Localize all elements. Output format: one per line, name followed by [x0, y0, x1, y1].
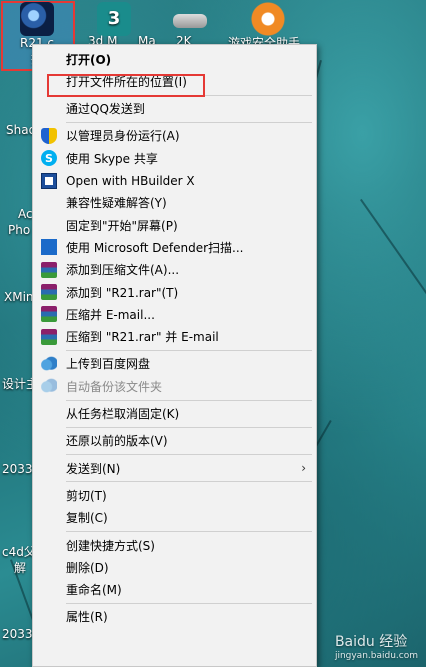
baidu-cloud-icon: [41, 378, 57, 395]
defender-icon: [41, 239, 57, 256]
hbuilder-icon: [41, 172, 57, 189]
menu-item[interactable]: 创建快捷方式(S): [33, 534, 316, 556]
desktop-label-2033[interactable]: 2033: [2, 462, 33, 476]
winrar-icon: [41, 306, 57, 323]
watermark-sub: jingyan.baidu.com: [334, 651, 418, 661]
menu-separator: [66, 602, 312, 604]
menu-item[interactable]: Open with HBuilder X: [33, 170, 316, 192]
cinema4d-icon: [20, 2, 54, 36]
desktop-label-c4d[interactable]: c4d父: [2, 543, 36, 560]
shield-icon: [41, 127, 57, 144]
winrar-icon: [41, 328, 57, 345]
menu-item-label: 上传到百度网盘: [66, 357, 151, 372]
menu-separator: [66, 454, 312, 456]
menu-item-label: 属性(R): [66, 610, 108, 625]
menu-item-label: 使用 Skype 共享: [66, 151, 158, 166]
menu-item[interactable]: 添加到压缩文件(A)...: [33, 259, 316, 281]
menu-item-label: 复制(C): [66, 511, 108, 526]
menu-separator: [66, 349, 312, 351]
baidu-cloud-icon: [41, 355, 57, 372]
menu-item-label: 打开(O): [66, 52, 112, 67]
menu-item[interactable]: 重命名(M): [33, 579, 316, 601]
chevron-right-icon: ›: [301, 461, 306, 476]
menu-item-label: 删除(D): [66, 560, 109, 575]
menu-item[interactable]: 添加到 "R21.rar"(T): [33, 281, 316, 303]
menu-item[interactable]: 通过QQ发送到: [33, 98, 316, 120]
menu-separator: [66, 531, 312, 532]
menu-item-label: 自动备份该文件夹: [66, 379, 163, 394]
menu-item[interactable]: 从任务栏取消固定(K): [33, 403, 316, 425]
menu-item[interactable]: 压缩并 E-mail...: [33, 303, 316, 325]
winrar-icon: [41, 261, 57, 278]
menu-item[interactable]: 自动备份该文件夹: [33, 375, 316, 397]
3dsmax-icon: 3: [97, 2, 131, 36]
orange-app-icon: [251, 2, 285, 36]
menu-item[interactable]: 剪切(T): [33, 484, 316, 506]
menu-item[interactable]: S 使用 Skype 共享: [33, 147, 316, 169]
menu-item-label: 通过QQ发送到: [66, 102, 145, 117]
menu-item[interactable]: 删除(D): [33, 556, 316, 578]
menu-item-label: 固定到"开始"屏幕(P): [66, 218, 178, 233]
menu-item-label: 添加到 "R21.rar"(T): [66, 285, 179, 300]
highlight-box: [47, 74, 205, 97]
menu-item[interactable]: 还原以前的版本(V): [33, 430, 316, 452]
menu-item-label: 从任务栏取消固定(K): [66, 407, 180, 421]
menu-item-label: 压缩并 E-mail...: [66, 307, 155, 322]
menu-separator: [66, 481, 312, 483]
menu-item-label: Open with HBuilder X: [66, 173, 195, 188]
menu-item[interactable]: 发送到(N) ›: [33, 457, 316, 479]
menu-item-label: 创建快捷方式(S): [66, 538, 155, 553]
menu-item-label: 兼容性疑难解答(Y): [66, 196, 167, 211]
desktop-label-pho[interactable]: Pho: [8, 223, 30, 237]
menu-item[interactable]: 属性(R): [33, 606, 316, 628]
menu-separator: [66, 121, 312, 123]
baidu-watermark: Baidu 经验 jingyan.baidu.com: [335, 631, 418, 661]
watermark-main: Baidu 经验: [334, 634, 408, 650]
menu-item[interactable]: 兼容性疑难解答(Y): [33, 192, 316, 214]
menu-item-label: 发送到(N): [66, 461, 121, 476]
desktop-label-xmin[interactable]: XMin: [4, 290, 34, 304]
menu-item-label: 剪切(T): [66, 488, 107, 503]
menu-separator: [66, 399, 312, 401]
menu-item-label: 重命名(M): [66, 583, 122, 598]
3dsmax-shortcut[interactable]: 3: [82, 2, 146, 36]
desktop-label-2033b[interactable]: 2033: [2, 627, 33, 641]
menu-item[interactable]: 打开(O): [33, 48, 316, 70]
menu-item[interactable]: 上传到百度网盘: [33, 353, 316, 375]
winrar-icon: [41, 284, 57, 300]
orange-app-shortcut[interactable]: [236, 2, 300, 36]
menu-item[interactable]: 以管理员身份运行(A): [33, 125, 316, 147]
menu-item-label: 还原以前的版本(V): [66, 434, 168, 449]
menu-item[interactable]: 压缩到 "R21.rar" 并 E-mail: [33, 326, 316, 348]
menu-separator: [66, 426, 312, 428]
skype-icon: S: [41, 150, 57, 167]
menu-item-label: 压缩到 "R21.rar" 并 E-mail: [66, 330, 219, 345]
menu-item-label: 使用 Microsoft Defender扫描...: [66, 240, 244, 255]
desktop-label-jie[interactable]: 解: [14, 559, 26, 576]
menu-item[interactable]: 使用 Microsoft Defender扫描...: [33, 236, 316, 258]
scanner-shortcut[interactable]: [158, 2, 222, 28]
menu-item-label: 以管理员身份运行(A): [66, 129, 180, 144]
desktop-label-ac[interactable]: Ac: [18, 207, 33, 221]
context-menu: 打开(O) 打开文件所在的位置(I) 通过QQ发送到 以管理员身份运行(A) S 使用 S…: [32, 44, 317, 667]
scanner-icon: [173, 14, 207, 28]
menu-item-label: 添加到压缩文件(A)...: [66, 263, 180, 278]
menu-item[interactable]: 固定到"开始"屏幕(P): [33, 214, 316, 236]
menu-item[interactable]: 复制(C): [33, 507, 316, 529]
